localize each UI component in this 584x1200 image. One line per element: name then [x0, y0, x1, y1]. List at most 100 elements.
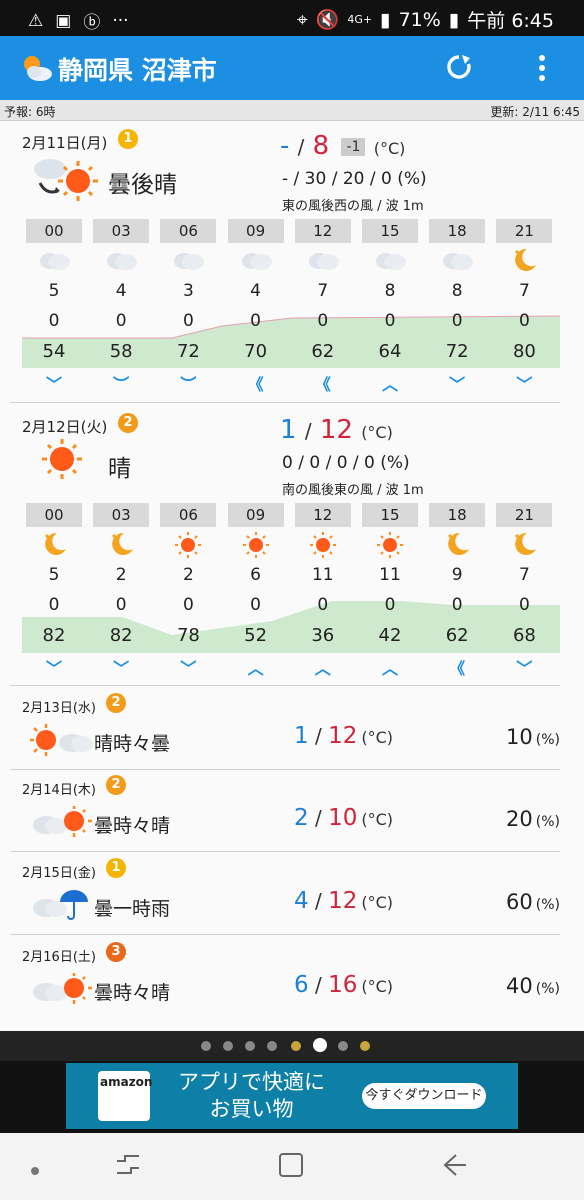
day-row[interactable]: 2月13日(水) 2 晴時々曇 1 / 12 (°C) 10 (%)	[10, 691, 560, 773]
page-dot-active[interactable]	[313, 1038, 327, 1052]
hour-rain: 0	[182, 595, 194, 615]
hour-temp: 7	[317, 281, 329, 301]
day-card-2[interactable]: 2月12日(火) 2 晴 1 / 12 (°C) 0 / 0 / 0 / 0 (…	[10, 405, 560, 683]
weather-icon	[28, 972, 98, 1010]
low-temp: 2	[294, 805, 309, 831]
hour-rain: 0	[115, 311, 127, 331]
rain-probability: 0 / 0 / 0 / 0 (%)	[282, 453, 410, 473]
page-dot[interactable]	[291, 1041, 301, 1051]
wind-direction-icon: ︿	[314, 659, 331, 678]
amazon-logo-icon: amazon	[98, 1071, 152, 1121]
weather-text: 曇時々晴	[94, 982, 171, 1004]
pop-unit: (%)	[535, 732, 560, 748]
moon-icon	[496, 531, 552, 562]
divider	[10, 402, 560, 403]
hour-temp: 3	[182, 281, 194, 301]
hour-rain: 0	[384, 595, 396, 615]
back-button[interactable]	[442, 1153, 468, 1181]
more-menu-button[interactable]	[536, 54, 548, 86]
hour-temp: 2	[115, 565, 127, 585]
hour-temp: 2	[182, 565, 194, 585]
hour-humidity: 62	[311, 341, 335, 362]
hour-temp: 9	[451, 565, 463, 585]
divider	[10, 851, 560, 852]
hour-label: 15	[362, 503, 418, 527]
hour-humidity: 78	[176, 625, 200, 646]
forecast-list[interactable]: 2月11日(月) 1 曇後晴 - / 8 -1 (°C) - / 30 / 20…	[0, 121, 584, 1031]
temperature-range: 1 / 12 (°C)	[294, 723, 394, 749]
hour-humidity: 62	[445, 625, 469, 646]
reliability-badge: 1	[118, 129, 138, 149]
day-date: 2月15日(金)	[22, 866, 96, 881]
dot-icon[interactable]	[30, 1161, 40, 1180]
home-button[interactable]	[278, 1152, 304, 1182]
reliability-badge: 3	[106, 942, 126, 962]
weather-icon	[28, 805, 98, 843]
page-dot[interactable]	[338, 1041, 348, 1051]
ad-content[interactable]: amazon アプリで快適に お買い物 今すぐダウンロード	[66, 1063, 518, 1129]
page-dot[interactable]	[267, 1041, 277, 1051]
weather-icon	[28, 723, 98, 761]
moon-icon	[93, 531, 149, 562]
page-dot[interactable]	[201, 1041, 211, 1051]
forecast-info-bar: 予報: 6時 更新: 2/11 6:45	[0, 100, 584, 121]
day-row[interactable]: 2月15日(金) 1 曇一時雨 4 / 12 (°C) 60 (%)	[10, 856, 560, 938]
hour-humidity: 54	[42, 341, 66, 362]
low-temp: -	[280, 131, 290, 161]
low-temp: 4	[294, 888, 309, 914]
recents-button[interactable]	[115, 1153, 141, 1181]
hour-humidity: 82	[109, 625, 133, 646]
sun-icon	[228, 531, 284, 564]
weather-text: 曇時々晴	[94, 815, 171, 837]
hour-label: 06	[160, 503, 217, 527]
day-date: 2月16日(土)	[22, 950, 96, 965]
day-row[interactable]: 2月16日(土) 3 曇時々晴 6 / 16 (°C) 40 (%)	[10, 940, 560, 1022]
hour-humidity: 64	[378, 341, 402, 362]
hour-label: 09	[227, 503, 284, 527]
hour-rain: 0	[317, 595, 329, 615]
day-date: 2月11日(月)	[22, 134, 108, 152]
wind-wave: 東の風後西の風 / 波 1m	[282, 199, 424, 214]
divider	[10, 934, 560, 935]
wind-direction-icon: ﹀	[516, 375, 533, 394]
hour-humidity: 58	[109, 341, 133, 362]
page-dot[interactable]	[245, 1041, 255, 1051]
hour-humidity: 72	[176, 341, 200, 362]
moon-icon	[26, 531, 82, 562]
hour-humidity: 52	[244, 625, 268, 646]
reliability-badge: 2	[106, 775, 126, 795]
hour-humidity: 82	[42, 625, 66, 646]
high-temp: 8	[312, 131, 330, 161]
hour-label: 18	[429, 503, 486, 527]
cloud-icon	[362, 247, 418, 278]
wind-direction-icon: ︿	[381, 375, 398, 394]
page-dot[interactable]	[223, 1041, 233, 1051]
refresh-button[interactable]	[444, 52, 474, 86]
moon-icon	[429, 531, 485, 562]
ad-banner[interactable]: amazon アプリで快適に お買い物 今すぐダウンロード	[0, 1061, 584, 1133]
day-row[interactable]: 2月14日(木) 2 曇時々晴 2 / 10 (°C) 20 (%)	[10, 773, 560, 855]
battery-percent: 71%	[398, 8, 441, 31]
high-temp: 16	[328, 972, 358, 998]
low-temp: 1	[294, 723, 309, 749]
hour-temp: 8	[384, 281, 396, 301]
temp-separator: /	[297, 135, 305, 159]
battery-icon: ▮	[448, 8, 460, 31]
hour-humidity: 42	[378, 625, 402, 646]
ad-download-button[interactable]: 今すぐダウンロード	[362, 1083, 486, 1109]
hour-temp: 8	[451, 281, 463, 301]
temperature-range: - / 8 -1 (°C)	[280, 131, 405, 161]
page-dot[interactable]	[360, 1041, 370, 1051]
sun-icon	[295, 531, 351, 564]
status-bar: ⚠ ▣ ⓑ ··· ⌖ 🔇 4G+ ▮ 71% ▮ 午前 6:45	[0, 0, 584, 36]
hour-temp: 6	[250, 565, 261, 585]
app-bar: 静岡県 沼津市	[0, 36, 584, 100]
forecast-time: 予報: 6時	[4, 105, 56, 119]
temp-unit: (°C)	[373, 139, 406, 158]
page-indicator[interactable]	[0, 1031, 584, 1061]
day-card-1[interactable]: 2月11日(月) 1 曇後晴 - / 8 -1 (°C) - / 30 / 20…	[10, 121, 561, 397]
hour-label: 06	[160, 219, 217, 243]
hour-rain: 0	[384, 311, 396, 331]
high-temp: 12	[328, 888, 358, 914]
pop-unit: (%)	[535, 981, 560, 997]
